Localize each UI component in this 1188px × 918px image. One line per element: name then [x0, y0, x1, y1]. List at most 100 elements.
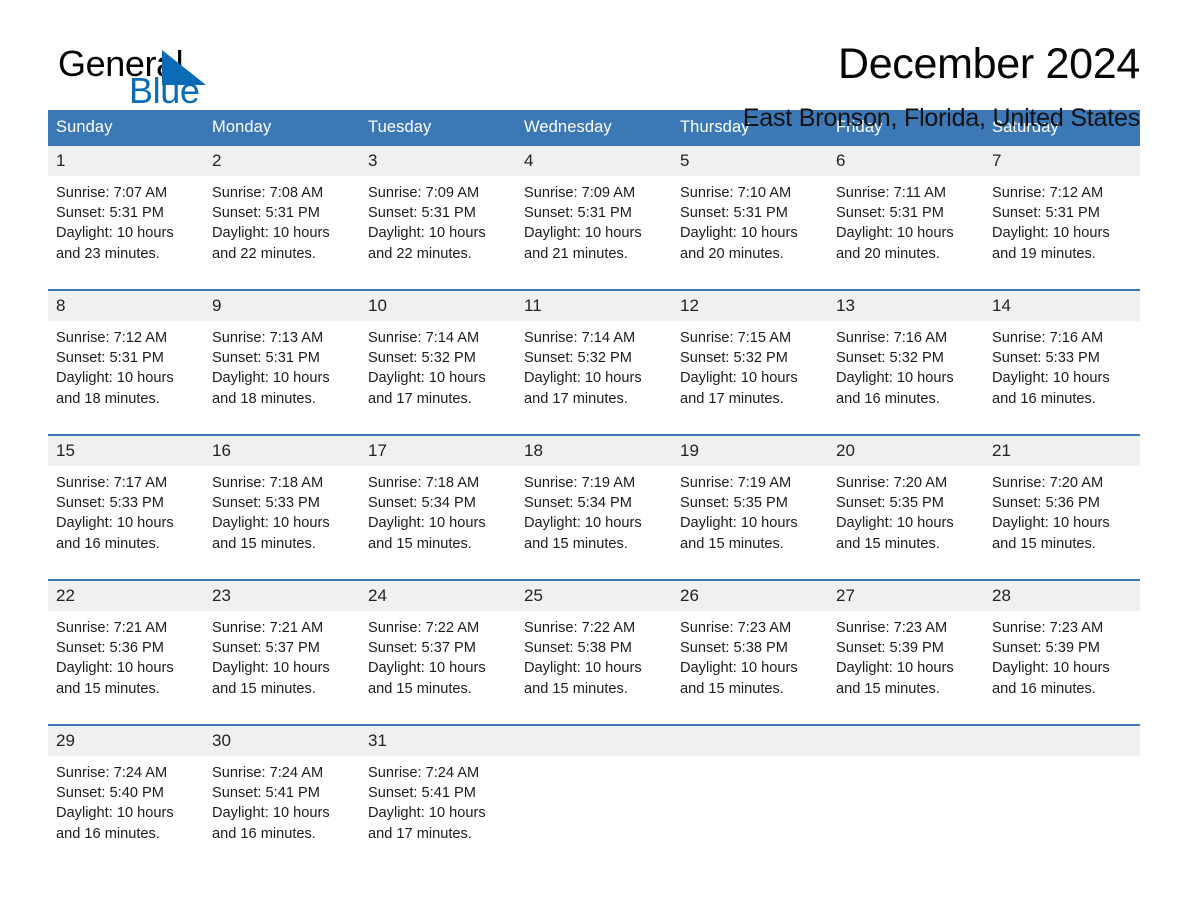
masthead: General Blue December 2024 East Bronson,… [48, 0, 1140, 132]
day-number-empty [516, 724, 672, 756]
sunrise-sunset-calendar: Sunday Monday Tuesday Wednesday Thursday… [48, 110, 1140, 858]
day-cell[interactable]: Sunrise: 7:23 AM Sunset: 5:38 PM Dayligh… [672, 611, 828, 713]
day-cell[interactable]: Sunrise: 7:19 AM Sunset: 5:35 PM Dayligh… [672, 466, 828, 568]
day-detail-row: Sunrise: 7:17 AM Sunset: 5:33 PM Dayligh… [48, 466, 1140, 568]
day-cell[interactable]: Sunrise: 7:07 AM Sunset: 5:31 PM Dayligh… [48, 176, 204, 278]
week-spacer [48, 713, 1140, 725]
day-cell[interactable]: Sunrise: 7:10 AM Sunset: 5:31 PM Dayligh… [672, 176, 828, 278]
sunrise-text: Sunrise: 7:20 AM [992, 475, 1104, 491]
day-number: 1 [48, 146, 204, 176]
sunrise-text: Sunrise: 7:24 AM [368, 765, 480, 781]
generalblue-logo[interactable]: General Blue [58, 45, 388, 115]
sunrise-text: Sunrise: 7:09 AM [368, 185, 480, 201]
sunrise-text: Sunrise: 7:21 AM [212, 620, 324, 636]
day-cell[interactable]: Sunrise: 7:22 AM Sunset: 5:37 PM Dayligh… [360, 611, 516, 713]
sunrise-text: Sunrise: 7:14 AM [524, 330, 636, 346]
daylight-text: Daylight: 10 hours and 16 minutes. [836, 370, 954, 407]
sunset-text: Sunset: 5:33 PM [992, 350, 1100, 367]
sunrise-text: Sunrise: 7:22 AM [524, 620, 636, 636]
day-cell[interactable]: Sunrise: 7:14 AM Sunset: 5:32 PM Dayligh… [360, 321, 516, 423]
day-number: 17 [360, 434, 516, 466]
day-cell[interactable]: Sunrise: 7:24 AM Sunset: 5:40 PM Dayligh… [48, 756, 204, 858]
day-cell[interactable]: Sunrise: 7:12 AM Sunset: 5:31 PM Dayligh… [48, 321, 204, 423]
day-number: 16 [204, 434, 360, 466]
daylight-text: Daylight: 10 hours and 15 minutes. [680, 660, 798, 697]
day-cell[interactable]: Sunrise: 7:17 AM Sunset: 5:33 PM Dayligh… [48, 466, 204, 568]
day-cell[interactable]: Sunrise: 7:23 AM Sunset: 5:39 PM Dayligh… [828, 611, 984, 713]
week-spacer-cell [48, 423, 1140, 435]
sunrise-text: Sunrise: 7:17 AM [56, 475, 168, 491]
day-number: 27 [828, 579, 984, 611]
sunrise-text: Sunrise: 7:11 AM [836, 185, 947, 201]
daylight-text: Daylight: 10 hours and 17 minutes. [680, 370, 798, 407]
sunset-text: Sunset: 5:38 PM [524, 640, 632, 657]
sunrise-text: Sunrise: 7:21 AM [56, 620, 168, 636]
sunrise-text: Sunrise: 7:19 AM [524, 475, 636, 491]
day-cell[interactable]: Sunrise: 7:20 AM Sunset: 5:35 PM Dayligh… [828, 466, 984, 568]
sunrise-text: Sunrise: 7:15 AM [680, 330, 792, 346]
day-number: 2 [204, 146, 360, 176]
day-cell[interactable]: Sunrise: 7:14 AM Sunset: 5:32 PM Dayligh… [516, 321, 672, 423]
week-spacer [48, 568, 1140, 580]
daylight-text: Daylight: 10 hours and 15 minutes. [680, 515, 798, 552]
day-detail-row: Sunrise: 7:21 AM Sunset: 5:36 PM Dayligh… [48, 611, 1140, 713]
sunset-text: Sunset: 5:37 PM [212, 640, 320, 657]
sunrise-text: Sunrise: 7:18 AM [212, 475, 324, 491]
daylight-text: Daylight: 10 hours and 21 minutes. [524, 225, 642, 262]
day-detail-row: Sunrise: 7:12 AM Sunset: 5:31 PM Dayligh… [48, 321, 1140, 423]
day-number: 9 [204, 289, 360, 321]
day-detail-row: Sunrise: 7:24 AM Sunset: 5:40 PM Dayligh… [48, 756, 1140, 858]
sunrise-text: Sunrise: 7:12 AM [992, 185, 1104, 201]
day-cell[interactable]: Sunrise: 7:19 AM Sunset: 5:34 PM Dayligh… [516, 466, 672, 568]
day-number: 25 [516, 579, 672, 611]
day-cell[interactable]: Sunrise: 7:11 AM Sunset: 5:31 PM Dayligh… [828, 176, 984, 278]
daylight-text: Daylight: 10 hours and 15 minutes. [212, 515, 330, 552]
day-cell[interactable]: Sunrise: 7:09 AM Sunset: 5:31 PM Dayligh… [360, 176, 516, 278]
day-number-empty [984, 724, 1140, 756]
sunrise-text: Sunrise: 7:08 AM [212, 185, 324, 201]
day-cell-empty [828, 756, 984, 858]
sunrise-text: Sunrise: 7:23 AM [992, 620, 1104, 636]
day-number: 20 [828, 434, 984, 466]
daylight-text: Daylight: 10 hours and 15 minutes. [836, 515, 954, 552]
daylight-text: Daylight: 10 hours and 16 minutes. [56, 515, 174, 552]
sunrise-text: Sunrise: 7:09 AM [524, 185, 636, 201]
sunset-text: Sunset: 5:32 PM [524, 350, 632, 367]
day-number: 7 [984, 146, 1140, 176]
sunrise-text: Sunrise: 7:12 AM [56, 330, 168, 346]
day-cell[interactable]: Sunrise: 7:12 AM Sunset: 5:31 PM Dayligh… [984, 176, 1140, 278]
sunset-text: Sunset: 5:33 PM [212, 495, 320, 512]
day-cell[interactable]: Sunrise: 7:22 AM Sunset: 5:38 PM Dayligh… [516, 611, 672, 713]
day-cell[interactable]: Sunrise: 7:18 AM Sunset: 5:33 PM Dayligh… [204, 466, 360, 568]
sunset-text: Sunset: 5:38 PM [680, 640, 788, 657]
day-cell[interactable]: Sunrise: 7:21 AM Sunset: 5:36 PM Dayligh… [48, 611, 204, 713]
day-number-empty [672, 724, 828, 756]
daylight-text: Daylight: 10 hours and 16 minutes. [992, 660, 1110, 697]
day-cell[interactable]: Sunrise: 7:24 AM Sunset: 5:41 PM Dayligh… [360, 756, 516, 858]
sunset-text: Sunset: 5:32 PM [836, 350, 944, 367]
day-cell[interactable]: Sunrise: 7:21 AM Sunset: 5:37 PM Dayligh… [204, 611, 360, 713]
sunrise-text: Sunrise: 7:20 AM [836, 475, 948, 491]
day-number: 3 [360, 146, 516, 176]
day-cell[interactable]: Sunrise: 7:16 AM Sunset: 5:33 PM Dayligh… [984, 321, 1140, 423]
sunrise-text: Sunrise: 7:16 AM [836, 330, 948, 346]
day-cell[interactable]: Sunrise: 7:08 AM Sunset: 5:31 PM Dayligh… [204, 176, 360, 278]
day-cell[interactable]: Sunrise: 7:13 AM Sunset: 5:31 PM Dayligh… [204, 321, 360, 423]
daylight-text: Daylight: 10 hours and 15 minutes. [524, 660, 642, 697]
weekday-header-sunday: Sunday [48, 110, 204, 146]
sunset-text: Sunset: 5:31 PM [836, 205, 944, 222]
day-cell[interactable]: Sunrise: 7:09 AM Sunset: 5:31 PM Dayligh… [516, 176, 672, 278]
day-cell[interactable]: Sunrise: 7:18 AM Sunset: 5:34 PM Dayligh… [360, 466, 516, 568]
sunset-text: Sunset: 5:35 PM [836, 495, 944, 512]
day-cell-empty [672, 756, 828, 858]
day-cell[interactable]: Sunrise: 7:15 AM Sunset: 5:32 PM Dayligh… [672, 321, 828, 423]
daylight-text: Daylight: 10 hours and 19 minutes. [992, 225, 1110, 262]
day-number-row: 8 9 10 11 12 13 14 [48, 289, 1140, 321]
day-cell[interactable]: Sunrise: 7:20 AM Sunset: 5:36 PM Dayligh… [984, 466, 1140, 568]
day-cell[interactable]: Sunrise: 7:16 AM Sunset: 5:32 PM Dayligh… [828, 321, 984, 423]
day-cell[interactable]: Sunrise: 7:24 AM Sunset: 5:41 PM Dayligh… [204, 756, 360, 858]
sunset-text: Sunset: 5:35 PM [680, 495, 788, 512]
day-cell[interactable]: Sunrise: 7:23 AM Sunset: 5:39 PM Dayligh… [984, 611, 1140, 713]
daylight-text: Daylight: 10 hours and 18 minutes. [56, 370, 174, 407]
week-spacer-cell [48, 568, 1140, 580]
